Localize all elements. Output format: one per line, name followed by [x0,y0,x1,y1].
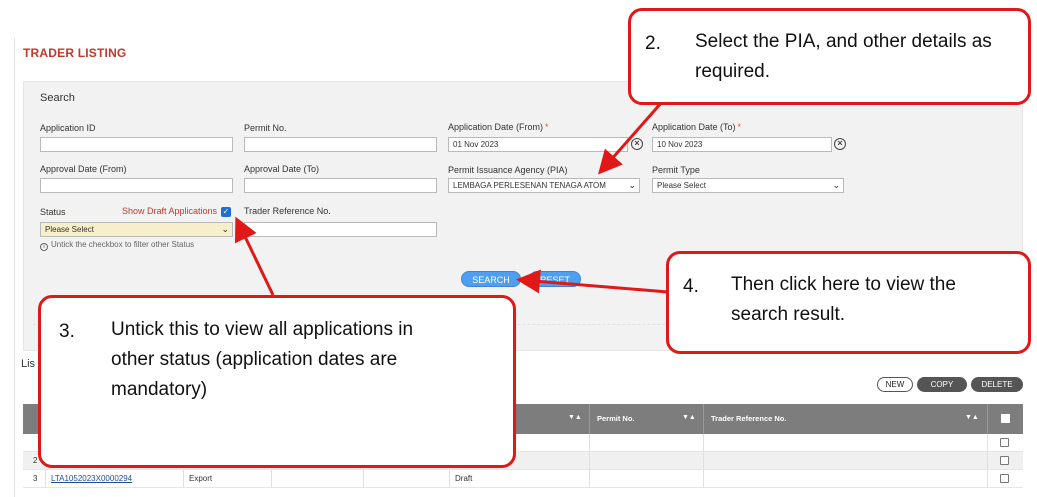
callout-text: Untick this to view all applications in … [111,319,414,400]
callout-step-3: 3. Untick this to view all applications … [38,295,516,468]
callout-step-2: 2. Select the PIA, and other details as … [628,8,1031,105]
callout-number: 4. [683,276,699,297]
callout-text: Then click here to view the search resul… [731,274,956,325]
arrow-to-search-button [516,269,669,294]
callout-number: 3. [59,321,75,342]
arrow-to-pia [598,101,664,175]
callout-step-4: 4. Then click here to view the search re… [666,251,1031,354]
callout-text: Select the PIA, and other details as req… [695,31,992,82]
callout-number: 2. [645,33,661,54]
arrow-to-draft-checkbox [234,216,275,296]
